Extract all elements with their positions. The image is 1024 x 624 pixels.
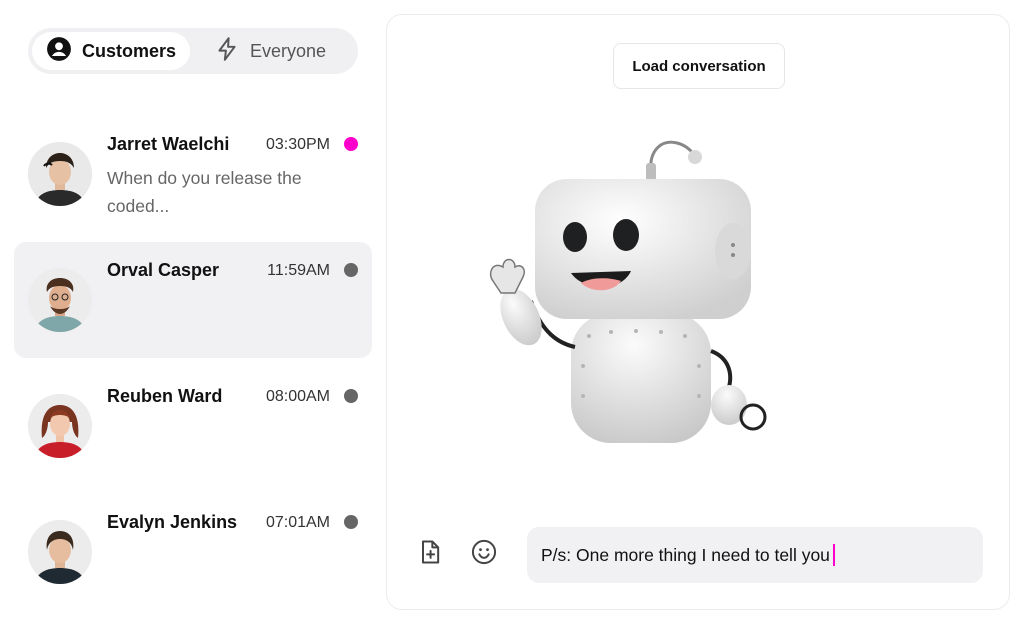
tab-customers-label: Customers xyxy=(82,40,177,61)
conversation-item[interactable]: Jarret Waelchi 03:30PM When do you relea… xyxy=(14,116,372,232)
add-file-icon xyxy=(416,538,444,571)
tab-customers[interactable]: Customers xyxy=(32,32,190,70)
user-circle-icon xyxy=(46,36,72,67)
avatar xyxy=(28,394,92,458)
status-dot xyxy=(344,263,358,277)
attach-file-button[interactable] xyxy=(413,537,447,571)
avatar xyxy=(28,268,92,332)
audience-tabs: Customers Everyone xyxy=(28,28,358,74)
status-dot xyxy=(344,515,358,529)
message-preview: When do you release the coded... xyxy=(107,168,302,216)
lightning-icon xyxy=(214,36,240,67)
emoji-button[interactable] xyxy=(467,537,501,571)
avatar xyxy=(28,142,92,206)
avatar xyxy=(28,520,92,584)
contact-name: Evalyn Jenkins xyxy=(107,512,238,532)
message-input[interactable]: P/s: One more thing I need to tell you xyxy=(527,527,983,583)
status-dot xyxy=(344,389,358,403)
contact-name: Orval Casper xyxy=(107,260,220,280)
chat-panel: Load conversation P/s: One more thing I … xyxy=(386,14,1010,610)
text-caret xyxy=(832,544,835,566)
conversation-item[interactable]: Evalyn Jenkins 07:01AM xyxy=(14,494,372,610)
tab-everyone-label: Everyone xyxy=(250,40,327,61)
contact-name: Reuben Ward xyxy=(107,386,223,406)
tab-everyone[interactable]: Everyone xyxy=(190,32,344,70)
message-input-text: P/s: One more thing I need to tell you xyxy=(541,544,830,565)
conversation-item[interactable]: Orval Casper 11:59AM xyxy=(14,242,372,358)
contact-name: Jarret Waelchi xyxy=(107,134,230,154)
load-conversation-button[interactable]: Load conversation xyxy=(613,43,785,89)
robot-illustration xyxy=(471,121,801,457)
emoji-icon xyxy=(470,538,498,571)
message-time: 11:59AM xyxy=(267,262,330,279)
conversation-item[interactable]: Reuben Ward 08:00AM xyxy=(14,368,372,484)
message-time: 07:01AM xyxy=(265,514,330,531)
message-time: 08:00AM xyxy=(265,388,330,405)
message-time: 03:30PM xyxy=(265,136,330,153)
status-dot xyxy=(344,137,358,151)
